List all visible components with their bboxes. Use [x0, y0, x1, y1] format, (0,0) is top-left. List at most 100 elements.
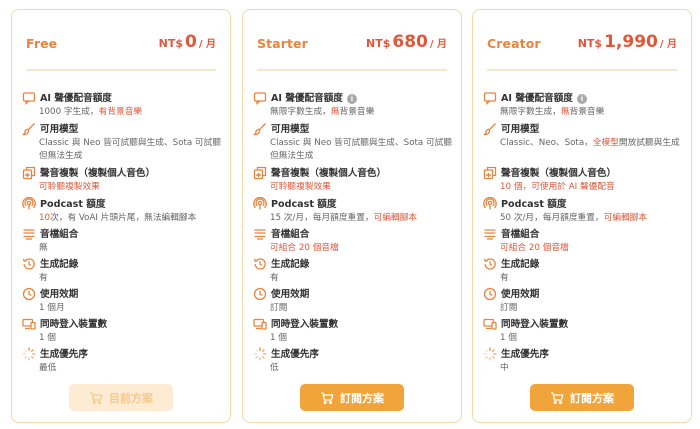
price-period: / 月	[198, 39, 216, 50]
feature-value-text: 次，有 VoAI 片頭片尾，無法編輯腳本	[50, 213, 197, 223]
feature-value-highlight: 可聆聽複製效果	[39, 182, 100, 192]
feature-title-text: 生成優先序	[40, 349, 88, 360]
feature-title: 可用模型	[253, 123, 457, 136]
feature-value-highlight: 全模型	[592, 138, 619, 148]
info-icon[interactable]: i	[346, 94, 357, 104]
feature-value: 1 個	[483, 332, 687, 345]
feature-item: Podcast 額度 10次，有 VoAI 片頭片尾，無法編輯腳本	[22, 197, 226, 225]
feature-value: 訂閱	[253, 302, 457, 315]
feature-title-text: 音檔組合	[501, 229, 540, 240]
feature-value-text: 無	[39, 243, 48, 253]
feature-title: 聲音複製（複製個人音色）	[483, 166, 687, 180]
devices-icon	[483, 317, 497, 331]
feature-item: 同時登入裝置數 1 個	[483, 318, 687, 345]
podcast-icon	[483, 197, 497, 211]
feature-title: 可用模型	[483, 123, 687, 136]
feature-value-text: 有	[270, 273, 279, 283]
feature-value: Classic、Neo、Sota，全模型開放試聽與生成	[483, 137, 687, 150]
feature-title-text: 使用效期	[501, 289, 540, 300]
feature-value: 可組合 20 個音檔	[483, 242, 687, 255]
feature-value-highlight: 可編輯腳本	[373, 213, 418, 223]
feature-value-text: 無限字數生成，	[500, 107, 561, 117]
feature-value-text: 訂閱	[270, 303, 288, 313]
clock-icon	[483, 287, 497, 301]
feature-item: 音檔組合 可組合 20 個音檔	[253, 228, 457, 255]
plan-name: Starter	[257, 36, 308, 51]
feature-item: 生成優先序最低	[22, 347, 226, 375]
feature-title-text: 同時登入裝置數	[501, 319, 569, 330]
cart-icon	[550, 391, 564, 405]
audio-mix-icon	[483, 227, 497, 241]
feature-value: Classic 與 Neo 皆可試聽與生成、Sota 可試聽但無法生成	[22, 137, 226, 162]
plan-header: Creator NT$ 1,990/ 月	[487, 32, 677, 58]
subscribe-button[interactable]: 訂閱方案	[300, 384, 404, 411]
info-icon[interactable]: i	[576, 94, 587, 104]
feature-value-text: 中	[500, 363, 509, 373]
header-divider	[257, 69, 447, 71]
cart-icon	[320, 391, 334, 405]
plan-card-starter: Starter NT$ 680/ 月 AI 聲優配音額度 i 無限字數生成，無背景音樂 可用…	[242, 9, 462, 423]
feature-title: 聲音複製（複製個人音色）	[22, 166, 226, 180]
brush-icon	[22, 122, 36, 136]
feature-value: 有	[253, 272, 457, 285]
feature-item: AI 聲優配音額度 1000 字生成，有背景音樂	[22, 92, 226, 119]
price-currency: NT$	[577, 37, 603, 50]
podcast-icon	[253, 197, 267, 211]
feature-title-text: Podcast 額度	[501, 199, 567, 210]
feature-title: 生成優先序	[22, 347, 226, 361]
voice-copy-icon	[483, 166, 497, 180]
feature-item: 聲音複製（複製個人音色） 可聆聽複製效果	[253, 166, 457, 194]
feature-title: AI 聲優配音額度 i	[483, 92, 687, 105]
button-label: 目前方案	[109, 391, 153, 405]
feature-title: AI 聲優配音額度 i	[253, 92, 457, 105]
plan-price: NT$ 0/ 月	[159, 32, 216, 52]
feature-value-text: Classic 與 Neo 皆可試聽與生成、Sota 可試聽但無法生成	[270, 138, 453, 161]
feature-item: 可用模型 Classic、Neo、Sota，全模型開放試聽與生成	[483, 123, 687, 150]
voice-copy-icon	[22, 166, 36, 180]
loading-icon	[253, 347, 267, 361]
feature-value-text: 有	[39, 273, 48, 283]
feature-value-highlight: 可聆聽複製效果	[270, 182, 331, 192]
feature-value-text: 50 次/月，每月額度重置，	[500, 213, 604, 223]
feature-value-highlight: 無	[330, 107, 340, 117]
feature-value: 10 個，可使用於 AI 聲優配音	[483, 181, 687, 194]
feature-title-text: AI 聲優配音額度	[501, 93, 573, 104]
feature-item: 使用效期 1 個月	[22, 287, 226, 315]
feature-value: 訂閱	[483, 302, 687, 315]
plan-card-free: Free NT$ 0/ 月 AI 聲優配音額度 1000 字生成，有背景音樂 可用模型 Cl…	[11, 9, 231, 423]
feature-item: 同時登入裝置數 1 個	[22, 318, 226, 345]
plan-card-creator: Creator NT$ 1,990/ 月 AI 聲優配音額度 i 無限字數生成，無背景音樂…	[472, 9, 692, 423]
feature-title: 同時登入裝置數	[253, 318, 457, 331]
feature-item: 音檔組合可組合 20 個音檔	[483, 228, 687, 255]
feature-value: 低	[253, 362, 457, 375]
feature-value-text: 1 個月	[39, 303, 65, 313]
history-icon	[22, 257, 36, 271]
subscribe-button[interactable]: 訂閱方案	[530, 384, 634, 411]
feature-title: 生成記錄	[22, 258, 226, 271]
feature-title-text: AI 聲優配音額度	[271, 93, 343, 104]
price-period: / 月	[429, 39, 447, 50]
clock-icon	[253, 287, 267, 301]
feature-item: 可用模型 Classic 與 Neo 皆可試聽與生成、Sota 可試聽但無法生成	[253, 123, 457, 162]
feature-title-text: 可用模型	[40, 124, 79, 135]
feature-title-text: 聲音複製（複製個人音色）	[501, 168, 617, 179]
feature-value: 可聆聽複製效果	[22, 181, 226, 194]
feature-value: 最低	[22, 362, 226, 375]
feature-item: 音檔組合無	[22, 228, 226, 255]
podcast-icon	[22, 197, 36, 211]
feature-title-text: Podcast 額度	[271, 199, 337, 210]
feature-value-text: 背景音樂	[339, 107, 375, 117]
feature-title-text: Podcast 額度	[40, 199, 106, 210]
feature-title-text: 生成記錄	[271, 259, 310, 270]
feature-item: AI 聲優配音額度 i 無限字數生成，無背景音樂	[483, 92, 687, 119]
feature-value: 有	[483, 272, 687, 285]
feature-value-highlight: 可組合 20 個音檔	[270, 243, 339, 253]
feature-value-highlight: 無	[560, 107, 570, 117]
brush-icon	[483, 122, 497, 136]
feature-title: Podcast 額度	[22, 197, 226, 211]
plan-price: NT$ 680/ 月	[366, 32, 447, 52]
plan-header: Starter NT$ 680/ 月	[257, 32, 447, 58]
feature-item: 生成記錄有	[253, 258, 457, 285]
feature-item: 使用效期訂閱	[483, 287, 687, 315]
feature-value: 中	[483, 362, 687, 375]
